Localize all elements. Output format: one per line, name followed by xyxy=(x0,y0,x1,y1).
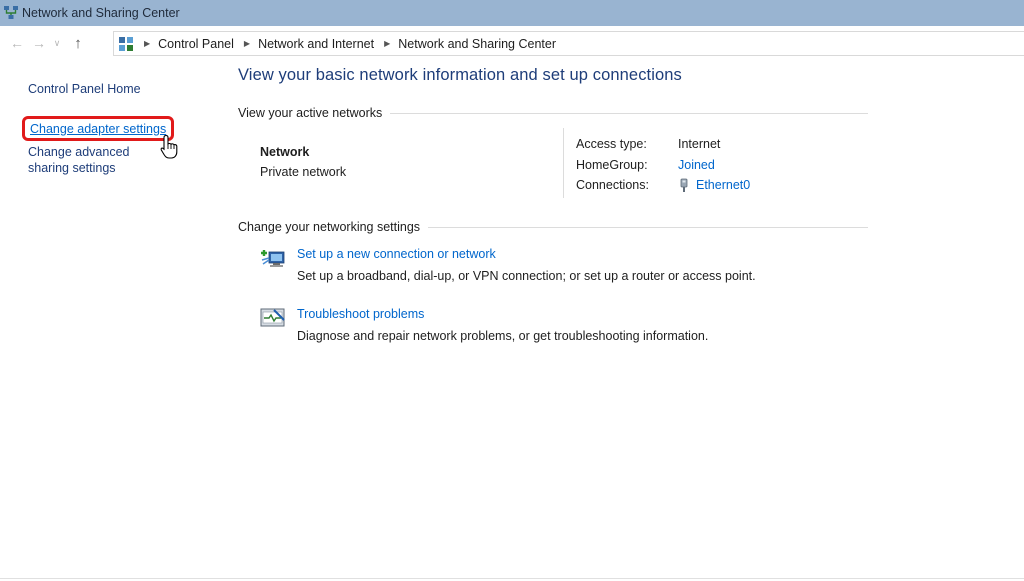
network-category: Private network xyxy=(260,165,347,179)
back-arrow-icon[interactable]: ← xyxy=(6,32,28,54)
breadcrumb-separator-icon[interactable]: ▶ xyxy=(244,39,250,48)
ethernet0-link[interactable]: Ethernet0 xyxy=(696,178,750,192)
active-networks-heading: View your active networks xyxy=(238,106,868,120)
navigation-bar: ← → ∨ ↑ ▶ Control Panel ▶ Network and In… xyxy=(0,30,1024,56)
ethernet-icon xyxy=(680,178,688,192)
homegroup-joined-link[interactable]: Joined xyxy=(678,158,715,172)
section-heading-label: Change your networking settings xyxy=(238,220,421,234)
access-type-row: Access type: Internet xyxy=(576,134,750,155)
troubleshoot-icon xyxy=(260,308,285,327)
breadcrumb-network-and-sharing-center[interactable]: Network and Sharing Center xyxy=(398,37,556,51)
breadcrumb-separator-icon[interactable]: ▶ xyxy=(384,39,390,48)
section-heading-label: View your active networks xyxy=(238,106,383,120)
property-label: Connections: xyxy=(576,178,649,193)
forward-arrow-icon[interactable]: → xyxy=(28,32,50,54)
connections-row: Connections: Ethernet0 xyxy=(576,175,750,196)
control-panel-icon xyxy=(119,36,133,51)
change-adapter-settings-link[interactable]: Change adapter settings xyxy=(30,121,166,137)
address-box[interactable]: ▶ Control Panel ▶ Network and Internet ▶… xyxy=(113,31,1024,56)
network-name: Network xyxy=(260,145,310,159)
title-bar: Network and Sharing Center xyxy=(0,0,1024,26)
divider xyxy=(428,226,868,228)
network-center-icon xyxy=(4,6,18,19)
breadcrumb-network-and-internet[interactable]: Network and Internet xyxy=(258,37,374,51)
networking-settings-heading: Change your networking settings xyxy=(238,220,868,234)
network-properties: Access type: Internet HomeGroup: Joined … xyxy=(576,134,750,196)
setup-new-connection-description: Set up a broadband, dial-up, or VPN conn… xyxy=(297,269,756,283)
change-advanced-sharing-settings-link[interactable]: Change advanced sharing settings xyxy=(28,144,168,176)
page-title: View your basic network information and … xyxy=(238,66,682,84)
left-task-pane: Control Panel Home Change adapter settin… xyxy=(22,78,178,175)
setup-new-connection-link[interactable]: Set up a new connection or network xyxy=(297,247,496,261)
access-type-value: Internet xyxy=(678,137,721,152)
control-panel-home-link[interactable]: Control Panel Home xyxy=(28,81,178,97)
breadcrumb-control-panel[interactable]: Control Panel xyxy=(158,37,234,51)
highlight-box: Change adapter settings xyxy=(22,116,175,141)
troubleshoot-problems-description: Diagnose and repair network problems, or… xyxy=(297,329,709,343)
bottom-border xyxy=(0,578,1024,579)
up-arrow-icon[interactable]: ↑ xyxy=(67,32,89,54)
hand-pointer-icon xyxy=(160,134,178,159)
homegroup-row: HomeGroup: Joined xyxy=(576,155,750,176)
window-title: Network and Sharing Center xyxy=(22,6,180,20)
troubleshoot-problems-link[interactable]: Troubleshoot problems xyxy=(297,307,424,321)
property-label: HomeGroup: xyxy=(576,157,648,172)
new-connection-icon xyxy=(261,250,285,267)
divider xyxy=(390,112,868,114)
recent-locations-chevron-icon[interactable]: ∨ xyxy=(50,32,64,54)
breadcrumb-separator-icon[interactable]: ▶ xyxy=(144,39,150,48)
property-label: Access type: xyxy=(576,137,647,152)
vertical-divider xyxy=(563,128,564,198)
main-content: View your basic network information and … xyxy=(238,66,868,343)
